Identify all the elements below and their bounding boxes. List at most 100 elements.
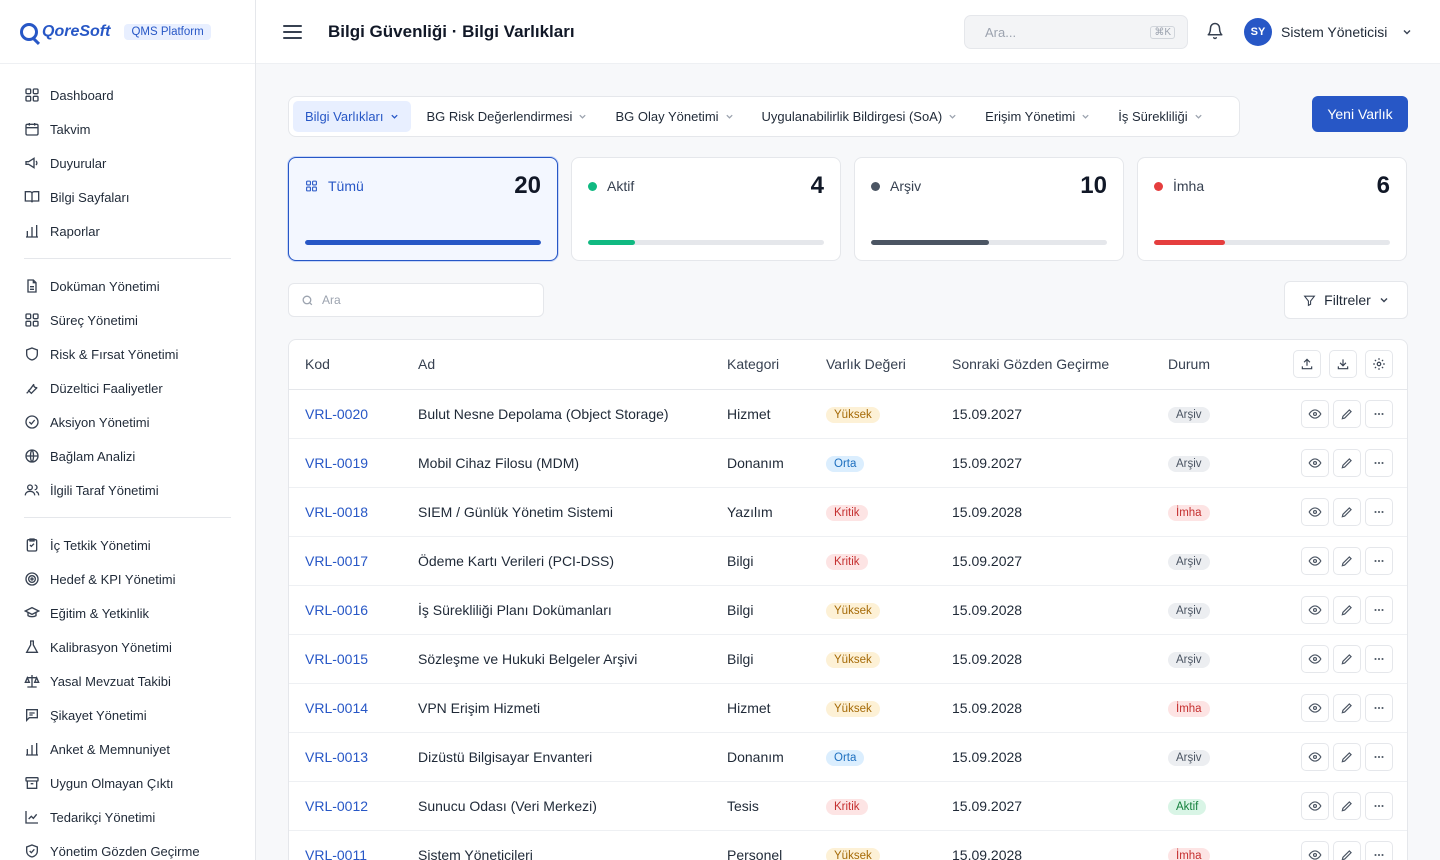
- sidebar-item-egitim-yetkinlik[interactable]: Eğitim & Yetkinlik: [24, 596, 231, 630]
- sidebar-item-tedarikci-yonetimi[interactable]: Tedarikçi Yönetimi: [24, 800, 231, 834]
- edit-pencil-icon[interactable]: [1333, 448, 1361, 477]
- more-dots-icon[interactable]: [1365, 693, 1393, 722]
- global-search-input[interactable]: [985, 24, 1135, 40]
- asset-code-link[interactable]: VRL-0018: [305, 504, 368, 520]
- view-eye-icon[interactable]: [1301, 742, 1329, 771]
- more-dots-icon[interactable]: [1365, 742, 1393, 771]
- more-dots-icon[interactable]: [1365, 595, 1393, 624]
- upload-icon[interactable]: [1293, 350, 1321, 379]
- sidebar-item-raporlar[interactable]: Raporlar: [24, 214, 231, 248]
- asset-code-link[interactable]: VRL-0016: [305, 602, 368, 618]
- tab-bg-risk-degerlendirmesi[interactable]: BG Risk Değerlendirmesi: [415, 101, 600, 132]
- column-header-gozden-gecirme[interactable]: Sonraki Gözden Geçirme: [952, 340, 1168, 390]
- asset-code-link[interactable]: VRL-0012: [305, 798, 368, 814]
- status-card-imha[interactable]: İmha 6: [1137, 157, 1407, 261]
- table-row[interactable]: VRL-0016 İş Sürekliliği Planı Dokümanları…: [289, 585, 1407, 635]
- asset-code-link[interactable]: VRL-0019: [305, 455, 368, 471]
- sidebar-item-bilgi-sayfalari[interactable]: Bilgi Sayfaları: [24, 180, 231, 214]
- sidebar-item-anket-memnuniyet[interactable]: Anket & Memnuniyet: [24, 732, 231, 766]
- view-eye-icon[interactable]: [1301, 546, 1329, 575]
- table-row[interactable]: VRL-0014 VPN Erişim Hizmeti Hizmet Yüksek 15…: [289, 683, 1407, 733]
- more-dots-icon[interactable]: [1365, 448, 1393, 477]
- edit-pencil-icon[interactable]: [1333, 742, 1361, 771]
- table-row[interactable]: VRL-0011 Sistem Yöneticileri Personel Yükse…: [289, 830, 1407, 860]
- tab-bilgi-varliklari[interactable]: Bilgi Varlıkları: [293, 101, 411, 132]
- sidebar-item-sikayet-yonetimi[interactable]: Şikayet Yönetimi: [24, 698, 231, 732]
- status-card-tumu[interactable]: Tümü 20: [288, 157, 558, 261]
- sidebar-item-dashboard[interactable]: Dashboard: [24, 78, 231, 112]
- column-header-ad[interactable]: Ad: [402, 340, 727, 390]
- more-dots-icon[interactable]: [1365, 791, 1393, 820]
- sidebar-item-hedef-kpi-yonetimi[interactable]: Hedef & KPI Yönetimi: [24, 562, 231, 596]
- sidebar-item-takvim[interactable]: Takvim: [24, 112, 231, 146]
- table-row[interactable]: VRL-0012 Sunucu Odası (Veri Merkezi) Tesis…: [289, 781, 1407, 831]
- asset-code-link[interactable]: VRL-0020: [305, 406, 368, 422]
- more-dots-icon[interactable]: [1365, 497, 1393, 526]
- table-row[interactable]: VRL-0019 Mobil Cihaz Filosu (MDM) Donanım O…: [289, 438, 1407, 488]
- status-card-arsiv[interactable]: Arşiv 10: [854, 157, 1124, 261]
- bell-icon[interactable]: [1206, 22, 1224, 40]
- sidebar-item-surec-yonetimi[interactable]: Süreç Yönetimi: [24, 303, 231, 337]
- sidebar-item-kalibrasyon-yonetimi[interactable]: Kalibrasyon Yönetimi: [24, 630, 231, 664]
- sidebar-item-yasal-mevzuat-takibi[interactable]: Yasal Mevzuat Takibi: [24, 664, 231, 698]
- filter-button[interactable]: Filtreler: [1284, 281, 1408, 319]
- edit-pencil-icon[interactable]: [1333, 693, 1361, 722]
- view-eye-icon[interactable]: [1301, 644, 1329, 673]
- asset-code-link[interactable]: VRL-0015: [305, 651, 368, 667]
- column-header-kod[interactable]: Kod: [289, 340, 402, 390]
- sidebar-item-ilgili-taraf-yonetimi[interactable]: İlgili Taraf Yönetimi: [24, 473, 231, 507]
- edit-pencil-icon[interactable]: [1333, 791, 1361, 820]
- sidebar-item-uygun-olmayan-cikti[interactable]: Uygun Olmayan Çıktı: [24, 766, 231, 800]
- column-header-kategori[interactable]: Kategori: [727, 340, 826, 390]
- sidebar-item-baglam-analizi[interactable]: Bağlam Analizi: [24, 439, 231, 473]
- edit-pencil-icon[interactable]: [1333, 840, 1361, 860]
- sidebar-item-ic-tetkik-yonetimi[interactable]: İç Tetkik Yönetimi: [24, 528, 231, 562]
- column-header-varlik-degeri[interactable]: Varlık Değeri: [826, 340, 952, 390]
- sidebar-item-duzeltici-faaliyetler[interactable]: Düzeltici Faaliyetler: [24, 371, 231, 405]
- brand-logo[interactable]: QoreSoft: [20, 22, 110, 41]
- edit-pencil-icon[interactable]: [1333, 497, 1361, 526]
- global-search[interactable]: ⌘K: [964, 15, 1188, 49]
- view-eye-icon[interactable]: [1301, 595, 1329, 624]
- asset-code-link[interactable]: VRL-0017: [305, 553, 368, 569]
- tab-bg-olay-yonetimi[interactable]: BG Olay Yönetimi: [603, 101, 745, 132]
- column-header-durum[interactable]: Durum: [1168, 340, 1274, 390]
- more-dots-icon[interactable]: [1365, 399, 1393, 428]
- edit-pencil-icon[interactable]: [1333, 595, 1361, 624]
- tab-uygulanabilirlik-bildirgesi-soa[interactable]: Uygulanabilirlik Bildirgesi (SoA): [750, 101, 970, 132]
- list-search[interactable]: [288, 283, 544, 317]
- more-dots-icon[interactable]: [1365, 546, 1393, 575]
- view-eye-icon[interactable]: [1301, 791, 1329, 820]
- edit-pencil-icon[interactable]: [1333, 546, 1361, 575]
- status-card-aktif[interactable]: Aktif 4: [571, 157, 841, 261]
- settings-gear-icon[interactable]: [1365, 350, 1393, 379]
- view-eye-icon[interactable]: [1301, 840, 1329, 860]
- sidebar-item-duyurular[interactable]: Duyurular: [24, 146, 231, 180]
- asset-code-link[interactable]: VRL-0011: [305, 847, 367, 860]
- new-asset-button[interactable]: Yeni Varlık: [1312, 96, 1408, 132]
- edit-pencil-icon[interactable]: [1333, 644, 1361, 673]
- sidebar-item-dokuman-yonetimi[interactable]: Doküman Yönetimi: [24, 269, 231, 303]
- view-eye-icon[interactable]: [1301, 399, 1329, 428]
- view-eye-icon[interactable]: [1301, 693, 1329, 722]
- menu-toggle-icon[interactable]: [283, 24, 302, 39]
- asset-code-link[interactable]: VRL-0014: [305, 700, 368, 716]
- tab-erisim-yonetimi[interactable]: Erişim Yönetimi: [973, 101, 1102, 132]
- sidebar-item-aksiyon-yonetimi[interactable]: Aksiyon Yönetimi: [24, 405, 231, 439]
- sidebar-item-yonetim-gozden-gecirme[interactable]: Yönetim Gözden Geçirme: [24, 834, 231, 860]
- sidebar-item-risk-firsat-yonetimi[interactable]: Risk & Fırsat Yönetimi: [24, 337, 231, 371]
- tab-is-surekliligi[interactable]: İş Sürekliliği: [1106, 101, 1214, 132]
- user-menu[interactable]: SY Sistem Yöneticisi: [1244, 18, 1412, 46]
- more-dots-icon[interactable]: [1365, 644, 1393, 673]
- asset-code-link[interactable]: VRL-0013: [305, 749, 368, 765]
- edit-pencil-icon[interactable]: [1333, 399, 1361, 428]
- table-row[interactable]: VRL-0018 SIEM / Günlük Yönetim Sistemi Yaz…: [289, 487, 1407, 537]
- download-icon[interactable]: [1329, 350, 1357, 379]
- view-eye-icon[interactable]: [1301, 448, 1329, 477]
- table-row[interactable]: VRL-0015 Sözleşme ve Hukuki Belgeler Arşi…: [289, 634, 1407, 684]
- list-search-input[interactable]: [322, 293, 522, 307]
- table-row[interactable]: VRL-0013 Dizüstü Bilgisayar Envanteri Dona…: [289, 732, 1407, 782]
- view-eye-icon[interactable]: [1301, 497, 1329, 526]
- more-dots-icon[interactable]: [1365, 840, 1393, 860]
- table-row[interactable]: VRL-0017 Ödeme Kartı Verileri (PCI-DSS) Bi…: [289, 536, 1407, 586]
